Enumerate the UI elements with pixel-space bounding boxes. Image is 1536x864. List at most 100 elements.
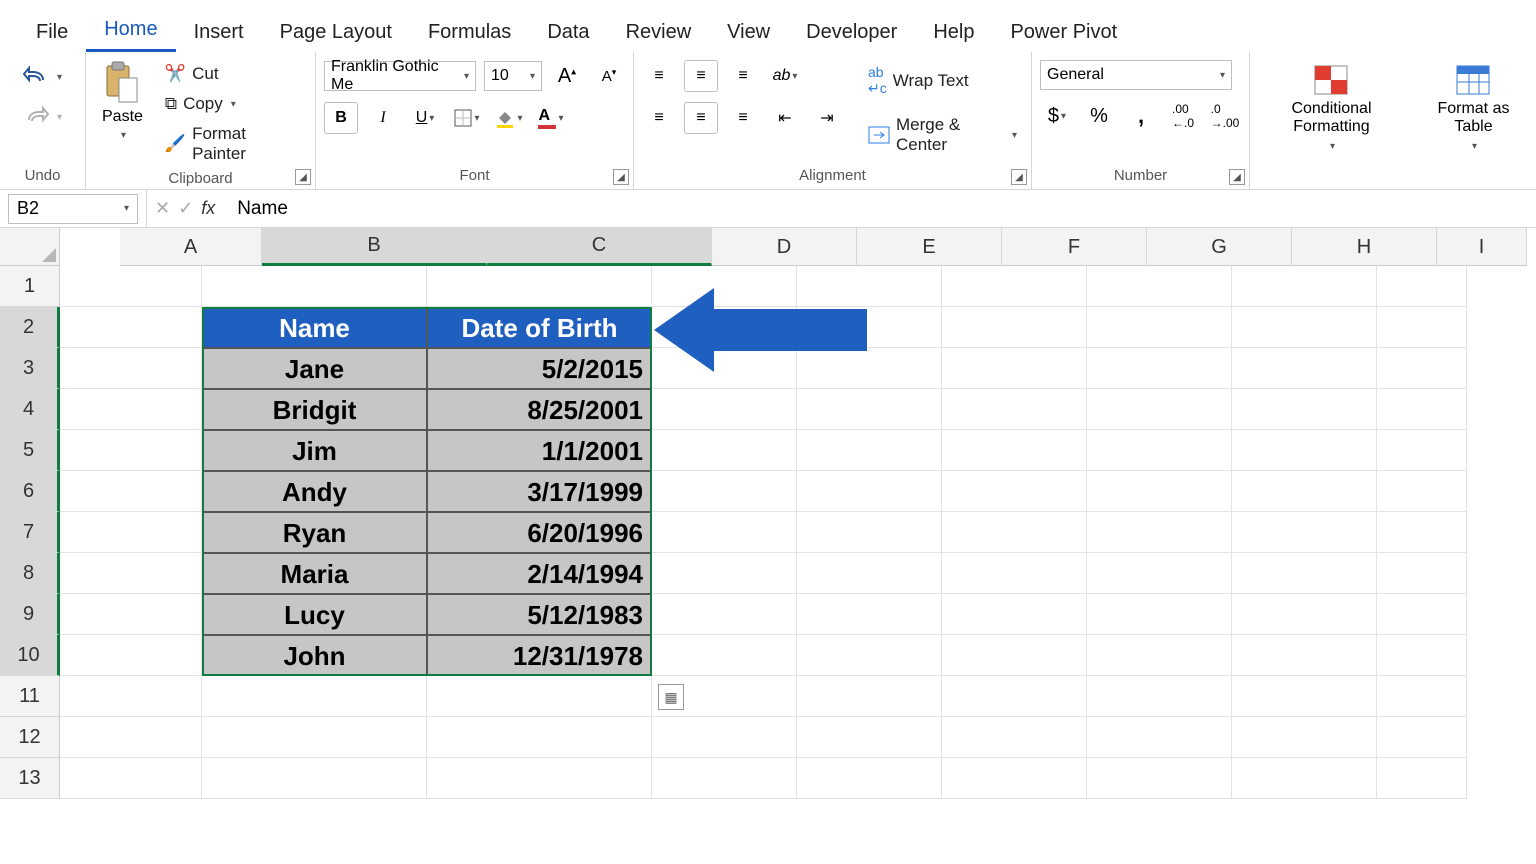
cell-F4[interactable] (942, 389, 1087, 430)
cell-E3[interactable] (797, 348, 942, 389)
alignment-dialog-launcher[interactable]: ◢ (1011, 169, 1027, 185)
cell-H5[interactable] (1232, 430, 1377, 471)
bold-button[interactable]: B (324, 102, 358, 134)
name-box[interactable]: B2▾ (8, 194, 138, 224)
accounting-button[interactable]: $▾ (1040, 100, 1074, 132)
cell-B6[interactable]: Andy (202, 471, 427, 512)
cell-H10[interactable] (1232, 635, 1377, 676)
cell-I1[interactable] (1377, 266, 1467, 307)
cell-F8[interactable] (942, 553, 1087, 594)
increase-font-button[interactable]: A▴ (550, 60, 584, 92)
cell-E4[interactable] (797, 389, 942, 430)
wrap-text-button[interactable]: ab↵cWrap Text (862, 60, 1023, 101)
comma-button[interactable]: , (1124, 100, 1158, 132)
cell-G6[interactable] (1087, 471, 1232, 512)
cell-F10[interactable] (942, 635, 1087, 676)
tab-view[interactable]: View (709, 11, 788, 52)
cell-C8[interactable]: 2/14/1994 (427, 553, 652, 594)
col-header-H[interactable]: H (1292, 228, 1437, 266)
font-color-button[interactable]: A▾ (534, 102, 568, 134)
clipboard-dialog-launcher[interactable]: ◢ (295, 169, 311, 185)
cell-B10[interactable]: John (202, 635, 427, 676)
cell-H1[interactable] (1232, 266, 1377, 307)
cell-G11[interactable] (1087, 676, 1232, 717)
cell-I12[interactable] (1377, 717, 1467, 758)
cell-B8[interactable]: Maria (202, 553, 427, 594)
cell-B2[interactable]: Name (202, 307, 427, 348)
cell-D9[interactable] (652, 594, 797, 635)
cell-F1[interactable] (942, 266, 1087, 307)
increase-decimal-button[interactable]: .00←.0 (1166, 100, 1200, 132)
cell-E8[interactable] (797, 553, 942, 594)
cell-A13[interactable] (60, 758, 202, 799)
cell-F13[interactable] (942, 758, 1087, 799)
cell-H13[interactable] (1232, 758, 1377, 799)
cell-A8[interactable] (60, 553, 202, 594)
cell-B12[interactable] (202, 717, 427, 758)
cell-G13[interactable] (1087, 758, 1232, 799)
cell-I11[interactable] (1377, 676, 1467, 717)
cell-C11[interactable] (427, 676, 652, 717)
tab-power-pivot[interactable]: Power Pivot (992, 11, 1135, 52)
cell-F2[interactable] (942, 307, 1087, 348)
col-header-G[interactable]: G (1147, 228, 1292, 266)
cell-B4[interactable]: Bridgit (202, 389, 427, 430)
cell-G4[interactable] (1087, 389, 1232, 430)
row-header-2[interactable]: 2 (0, 307, 60, 348)
cell-C1[interactable] (427, 266, 652, 307)
decrease-decimal-button[interactable]: .0→.00 (1208, 100, 1242, 132)
cell-A10[interactable] (60, 635, 202, 676)
underline-button[interactable]: U▾ (408, 102, 442, 134)
cell-C2[interactable]: Date of Birth (427, 307, 652, 348)
cell-D13[interactable] (652, 758, 797, 799)
cell-G8[interactable] (1087, 553, 1232, 594)
formula-input[interactable]: Name (223, 198, 288, 220)
cell-B1[interactable] (202, 266, 427, 307)
row-header-10[interactable]: 10 (0, 635, 60, 676)
font-size-select[interactable]: 10▾ (484, 61, 542, 91)
cell-E13[interactable] (797, 758, 942, 799)
cell-A7[interactable] (60, 512, 202, 553)
cell-H8[interactable] (1232, 553, 1377, 594)
cell-D6[interactable] (652, 471, 797, 512)
col-header-A[interactable]: A (120, 228, 262, 266)
cell-D4[interactable] (652, 389, 797, 430)
copy-button[interactable]: ⧉Copy▾ (159, 90, 307, 118)
row-header-11[interactable]: 11 (0, 676, 60, 717)
row-header-12[interactable]: 12 (0, 717, 60, 758)
cell-A3[interactable] (60, 348, 202, 389)
cell-H6[interactable] (1232, 471, 1377, 512)
cell-B13[interactable] (202, 758, 427, 799)
cell-C5[interactable]: 1/1/2001 (427, 430, 652, 471)
col-header-I[interactable]: I (1437, 228, 1527, 266)
cell-G7[interactable] (1087, 512, 1232, 553)
cell-G5[interactable] (1087, 430, 1232, 471)
row-header-1[interactable]: 1 (0, 266, 60, 307)
decrease-font-button[interactable]: A▾ (592, 60, 626, 92)
row-header-3[interactable]: 3 (0, 348, 60, 389)
cell-G3[interactable] (1087, 348, 1232, 389)
cell-F11[interactable] (942, 676, 1087, 717)
cell-D7[interactable] (652, 512, 797, 553)
italic-button[interactable]: I (366, 102, 400, 134)
cell-C12[interactable] (427, 717, 652, 758)
cell-F5[interactable] (942, 430, 1087, 471)
col-header-E[interactable]: E (857, 228, 1002, 266)
cell-A6[interactable] (60, 471, 202, 512)
cell-C9[interactable]: 5/12/1983 (427, 594, 652, 635)
decrease-indent-button[interactable]: ⇤ (768, 102, 802, 134)
cell-E1[interactable] (797, 266, 942, 307)
conditional-formatting-button[interactable]: Conditional Formatting▾ (1258, 60, 1405, 156)
cell-B3[interactable]: Jane (202, 348, 427, 389)
cell-F3[interactable] (942, 348, 1087, 389)
cell-D8[interactable] (652, 553, 797, 594)
cell-H9[interactable] (1232, 594, 1377, 635)
percent-button[interactable]: % (1082, 100, 1116, 132)
cell-E9[interactable] (797, 594, 942, 635)
cell-B5[interactable]: Jim (202, 430, 427, 471)
align-middle-button[interactable]: ≡ (684, 60, 718, 92)
cell-E12[interactable] (797, 717, 942, 758)
cell-E7[interactable] (797, 512, 942, 553)
cell-H3[interactable] (1232, 348, 1377, 389)
cell-G2[interactable] (1087, 307, 1232, 348)
